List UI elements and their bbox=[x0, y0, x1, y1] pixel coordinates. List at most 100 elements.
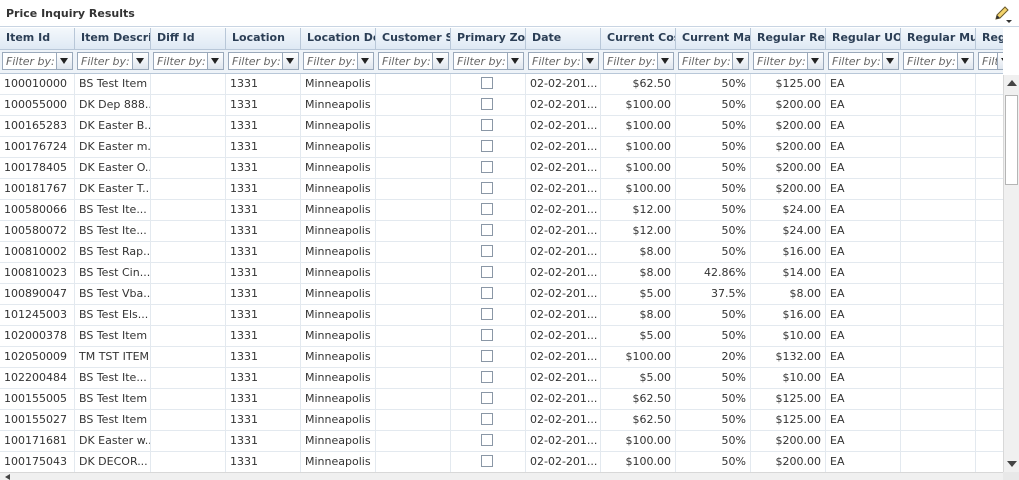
chevron-down-icon[interactable] bbox=[432, 53, 448, 69]
filter-row: Filter by: Filter by: Filter by: Filter by:… bbox=[0, 50, 1003, 74]
primary-zone-checkbox[interactable] bbox=[481, 392, 493, 404]
chevron-down-icon[interactable] bbox=[582, 53, 598, 69]
scroll-left-icon[interactable] bbox=[5, 474, 10, 480]
chevron-down-icon[interactable] bbox=[657, 53, 673, 69]
table-row[interactable]: 100176724 DK Easter m... 1331 Minneapolis 02… bbox=[0, 137, 1003, 158]
filter-select-regular-retail[interactable]: Filter by: bbox=[753, 52, 824, 70]
column-header-location[interactable]: Location bbox=[226, 28, 301, 49]
scroll-down-icon[interactable] bbox=[1007, 461, 1017, 467]
chevron-down-icon[interactable] bbox=[957, 53, 973, 69]
primary-zone-checkbox[interactable] bbox=[481, 308, 493, 320]
primary-zone-checkbox[interactable] bbox=[481, 182, 493, 194]
table-row[interactable]: 100181767 DK Easter T... 1331 Minneapolis 02… bbox=[0, 179, 1003, 200]
table-row[interactable]: 100890047 BS Test Vba... 1331 Minneapolis 02… bbox=[0, 284, 1003, 305]
primary-zone-checkbox[interactable] bbox=[481, 455, 493, 467]
column-header-current-cost[interactable]: Current Cost bbox=[601, 28, 676, 49]
column-header-customer-segment[interactable]: Customer Segment bbox=[376, 28, 451, 49]
primary-zone-checkbox[interactable] bbox=[481, 287, 493, 299]
primary-zone-checkbox[interactable] bbox=[481, 224, 493, 236]
cell-customer-segment bbox=[376, 368, 451, 388]
filter-select-regular-multi[interactable]: Filter by: bbox=[903, 52, 974, 70]
primary-zone-checkbox[interactable] bbox=[481, 119, 493, 131]
filter-select-location-desc[interactable]: Filter by: bbox=[303, 52, 374, 70]
cell-regular-multi bbox=[901, 431, 976, 451]
primary-zone-checkbox[interactable] bbox=[481, 161, 493, 173]
scroll-thumb[interactable] bbox=[1005, 95, 1018, 185]
table-row[interactable]: 100580072 BS Test Ite... 1331 Minneapolis 02… bbox=[0, 221, 1003, 242]
primary-zone-checkbox[interactable] bbox=[481, 77, 493, 89]
filter-select-diff-id[interactable]: Filter by: bbox=[153, 52, 224, 70]
table-row[interactable]: 102050009 TM TST ITEM 1331 Minneapolis 02-02… bbox=[0, 347, 1003, 368]
chevron-down-icon[interactable] bbox=[357, 53, 373, 69]
primary-zone-checkbox[interactable] bbox=[481, 434, 493, 446]
table-row[interactable]: 100010000 BS Test Item 1331 Minneapolis 02-0… bbox=[0, 74, 1003, 95]
primary-zone-checkbox[interactable] bbox=[481, 203, 493, 215]
filter-select-primary-zone[interactable]: Filter by: bbox=[453, 52, 524, 70]
primary-zone-checkbox[interactable] bbox=[481, 140, 493, 152]
filter-select-customer-segment[interactable]: Filter by: bbox=[378, 52, 449, 70]
table-row[interactable]: 101245003 BS Test Els... 1331 Minneapolis 02… bbox=[0, 305, 1003, 326]
chevron-down-icon[interactable] bbox=[507, 53, 523, 69]
table-row[interactable]: 100810002 BS Test Rap... 1331 Minneapolis 02… bbox=[0, 242, 1003, 263]
filter-select-current-cost[interactable]: Filter by: bbox=[603, 52, 674, 70]
column-header-primary-zone[interactable]: Primary Zone bbox=[451, 28, 526, 49]
horizontal-scrollbar[interactable] bbox=[0, 472, 1003, 480]
primary-zone-checkbox[interactable] bbox=[481, 350, 493, 362]
table-row[interactable]: 102200484 BS Test Ite... 1331 Minneapolis 02… bbox=[0, 368, 1003, 389]
filter-select-current-markup[interactable]: Filter by: bbox=[678, 52, 749, 70]
chevron-down-icon[interactable] bbox=[132, 53, 148, 69]
column-header-item-id[interactable]: Item Id bbox=[0, 28, 75, 49]
cell-regular-retail: $125.00 bbox=[751, 410, 826, 430]
vertical-scrollbar[interactable] bbox=[1003, 75, 1019, 472]
chevron-down-icon[interactable] bbox=[997, 53, 1003, 69]
table-row[interactable]: 100055000 DK Dep 888... 1331 Minneapolis 02-… bbox=[0, 95, 1003, 116]
cell-customer-segment bbox=[376, 158, 451, 178]
chevron-down-icon[interactable] bbox=[56, 53, 72, 69]
cell-item-id: 100810002 bbox=[0, 242, 75, 262]
column-header-current-markup[interactable]: Current Markup bbox=[676, 28, 751, 49]
chevron-down-icon[interactable] bbox=[732, 53, 748, 69]
table-row[interactable]: 100155005 BS Test Item 1331 Minneapolis 02-0… bbox=[0, 389, 1003, 410]
column-header-regular-multi[interactable]: Regular Multi bbox=[901, 28, 976, 49]
column-header-reg[interactable]: Reg bbox=[976, 28, 1003, 49]
cell-diff-id bbox=[151, 158, 226, 178]
column-header-item-desc[interactable]: Item Description bbox=[75, 28, 151, 49]
cell-regular-uom: EA bbox=[826, 452, 901, 472]
cell-current-cost: $8.00 bbox=[601, 305, 676, 325]
filter-select-regular-uom[interactable]: Filter by: bbox=[828, 52, 899, 70]
column-header-regular-retail[interactable]: Regular Retail bbox=[751, 28, 826, 49]
table-row[interactable]: 100155027 BS Test Item 1331 Minneapolis 02-0… bbox=[0, 410, 1003, 431]
filter-select-reg[interactable]: Filter by: bbox=[978, 52, 1003, 70]
filter-select-item-desc[interactable]: Filter by: bbox=[77, 52, 149, 70]
chevron-down-icon[interactable] bbox=[882, 53, 898, 69]
filter-select-date[interactable]: Filter by: bbox=[528, 52, 599, 70]
column-header-diff-id[interactable]: Diff Id bbox=[151, 28, 226, 49]
table-row[interactable]: 100175043 DK DECOR... 1331 Minneapolis 02-02… bbox=[0, 452, 1003, 472]
cell-regular-retail: $125.00 bbox=[751, 74, 826, 94]
primary-zone-checkbox[interactable] bbox=[481, 413, 493, 425]
cell-regular-multi bbox=[901, 389, 976, 409]
table-row[interactable]: 100580066 BS Test Ite... 1331 Minneapolis 02… bbox=[0, 200, 1003, 221]
primary-zone-checkbox[interactable] bbox=[481, 371, 493, 383]
primary-zone-checkbox[interactable] bbox=[481, 329, 493, 341]
cell-regular-multi bbox=[901, 263, 976, 283]
column-header-regular-uom[interactable]: Regular UOM bbox=[826, 28, 901, 49]
scroll-up-icon[interactable] bbox=[1007, 80, 1017, 86]
chevron-down-icon[interactable] bbox=[207, 53, 223, 69]
table-row[interactable]: 100810023 BS Test Cin... 1331 Minneapolis 02… bbox=[0, 263, 1003, 284]
primary-zone-checkbox[interactable] bbox=[481, 266, 493, 278]
primary-zone-checkbox[interactable] bbox=[481, 245, 493, 257]
table-row[interactable]: 102000378 BS Test Item 1331 Minneapolis 02-0… bbox=[0, 326, 1003, 347]
table-row[interactable]: 100165283 DK Easter B... 1331 Minneapolis 02… bbox=[0, 116, 1003, 137]
cell-regular-retail: $200.00 bbox=[751, 95, 826, 115]
chevron-down-icon[interactable] bbox=[282, 53, 298, 69]
column-header-location-desc[interactable]: Location Description bbox=[301, 28, 376, 49]
chevron-down-icon[interactable] bbox=[807, 53, 823, 69]
column-header-date[interactable]: Date bbox=[526, 28, 601, 49]
filter-select-item-id[interactable]: Filter by: bbox=[2, 52, 73, 70]
table-row[interactable]: 100171681 DK Easter w... 1331 Minneapolis 02… bbox=[0, 431, 1003, 452]
edit-button[interactable] bbox=[993, 5, 1013, 23]
primary-zone-checkbox[interactable] bbox=[481, 98, 493, 110]
filter-select-location[interactable]: Filter by: bbox=[228, 52, 299, 70]
table-row[interactable]: 100178405 DK Easter O... 1331 Minneapolis 02… bbox=[0, 158, 1003, 179]
